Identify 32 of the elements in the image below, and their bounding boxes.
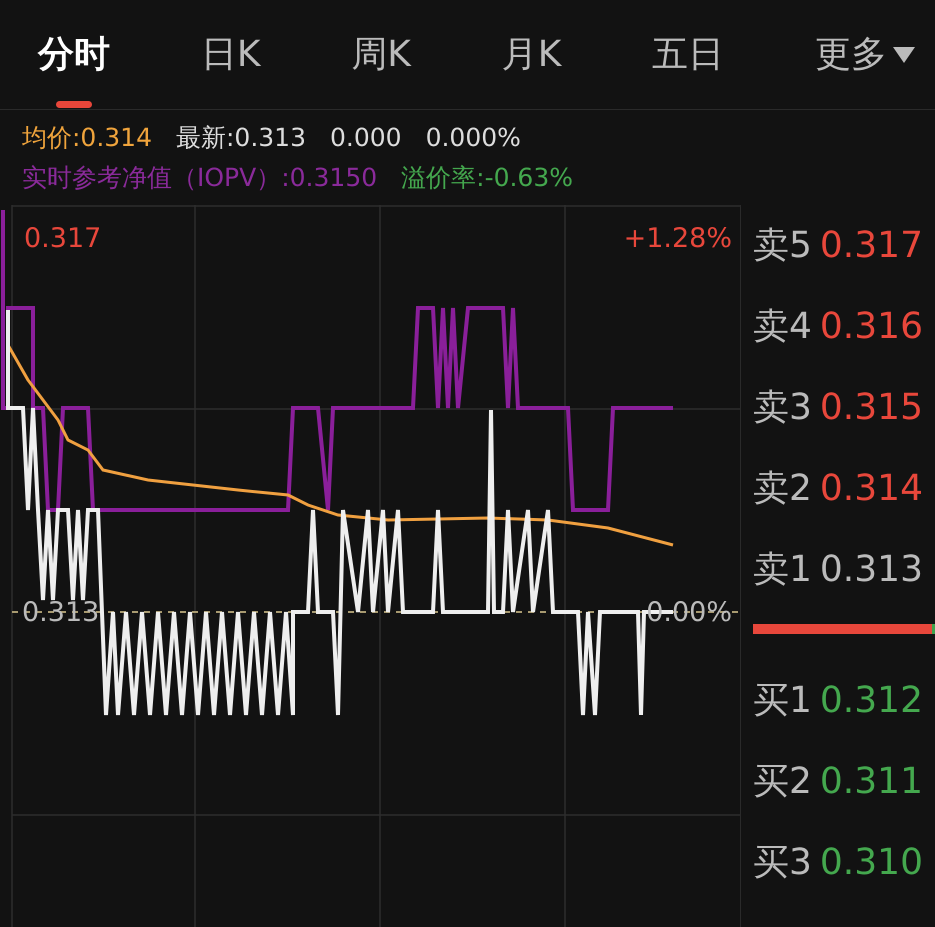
latest-price: 最新:0.313 bbox=[176, 123, 306, 152]
order-price: 0.314 bbox=[820, 466, 923, 510]
chart-tab[interactable]: 月K bbox=[502, 0, 562, 110]
order-level-label: 卖1 bbox=[753, 548, 812, 592]
base-price-label: 0.313 bbox=[22, 596, 100, 630]
max-price-label: 0.317 bbox=[24, 222, 102, 256]
order-level-label: 买1 bbox=[753, 678, 812, 722]
order-level-label: 买3 bbox=[753, 840, 812, 884]
average-price: 均价:0.314 bbox=[22, 123, 152, 152]
order-price: 0.317 bbox=[820, 224, 923, 268]
premium-rate: 溢价率:-0.63% bbox=[401, 163, 574, 192]
order-price: 0.311 bbox=[820, 760, 923, 804]
max-percent-label: +1.28% bbox=[624, 222, 732, 256]
order-level-label: 卖2 bbox=[753, 466, 812, 510]
selected-indicator bbox=[56, 101, 92, 108]
iopv-value: 实时参考净值（IOPV）:0.3150 bbox=[22, 163, 378, 192]
order-level-label: 卖5 bbox=[753, 224, 812, 268]
order-price: 0.313 bbox=[820, 548, 923, 592]
chart-tab[interactable]: 五日 bbox=[652, 0, 724, 110]
chart-tab[interactable]: 分时 bbox=[38, 0, 110, 110]
chart-tab[interactable]: 日K bbox=[200, 0, 260, 110]
order-price: 0.315 bbox=[820, 386, 923, 430]
chart-tab[interactable]: 周K bbox=[351, 0, 411, 110]
order-price: 0.312 bbox=[820, 678, 923, 722]
order-level-label: 买2 bbox=[753, 760, 812, 804]
chart-tab[interactable]: 更多 bbox=[814, 0, 915, 110]
order-level-label: 卖4 bbox=[753, 304, 812, 348]
change-percent: 0.000% bbox=[426, 123, 521, 152]
price-change: 0.000 bbox=[330, 123, 402, 152]
order-price: 0.310 bbox=[820, 840, 923, 884]
order-level-label: 卖3 bbox=[753, 386, 812, 430]
order-price: 0.316 bbox=[820, 304, 923, 348]
